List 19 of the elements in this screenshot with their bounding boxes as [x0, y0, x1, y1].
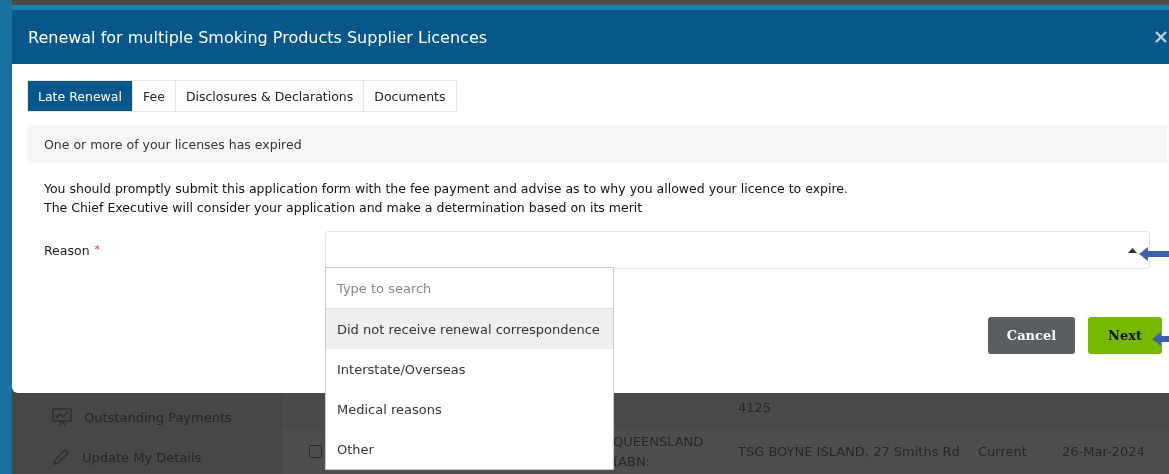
- dialog-title: Renewal for multiple Smoking Products Supplier Licences: [28, 27, 488, 47]
- row-checkbox[interactable]: [309, 445, 322, 459]
- cancel-button[interactable]: Cancel: [988, 317, 1075, 354]
- arrow-icon: [1139, 247, 1169, 261]
- dropdown-option[interactable]: Other: [326, 429, 613, 469]
- required-mark: *: [94, 242, 101, 256]
- dropdown-option[interactable]: Medical reasons: [326, 389, 613, 429]
- notice-bar: One or more of your licenses has expired: [27, 125, 1167, 163]
- field-label: Reason: [44, 242, 90, 258]
- chart-icon: [52, 408, 72, 426]
- dropdown-option[interactable]: Did not receive renewal correspondence: [326, 309, 613, 349]
- next-button[interactable]: Next: [1088, 317, 1162, 354]
- instruction-text: The Chief Executive will consider your application and make a determination based on its merit: [44, 199, 644, 217]
- dropdown-option[interactable]: Interstate/Overseas: [326, 349, 613, 389]
- instruction-text: You should promptly submit this application form with the fee payment and advise as to why you allowed your licence to expire.: [44, 180, 850, 198]
- tab[interactable]: Late Renewal: [28, 81, 133, 111]
- arrow-icon: [1152, 332, 1169, 346]
- pencil-icon: [52, 448, 70, 466]
- close-icon[interactable]: [1155, 31, 1167, 43]
